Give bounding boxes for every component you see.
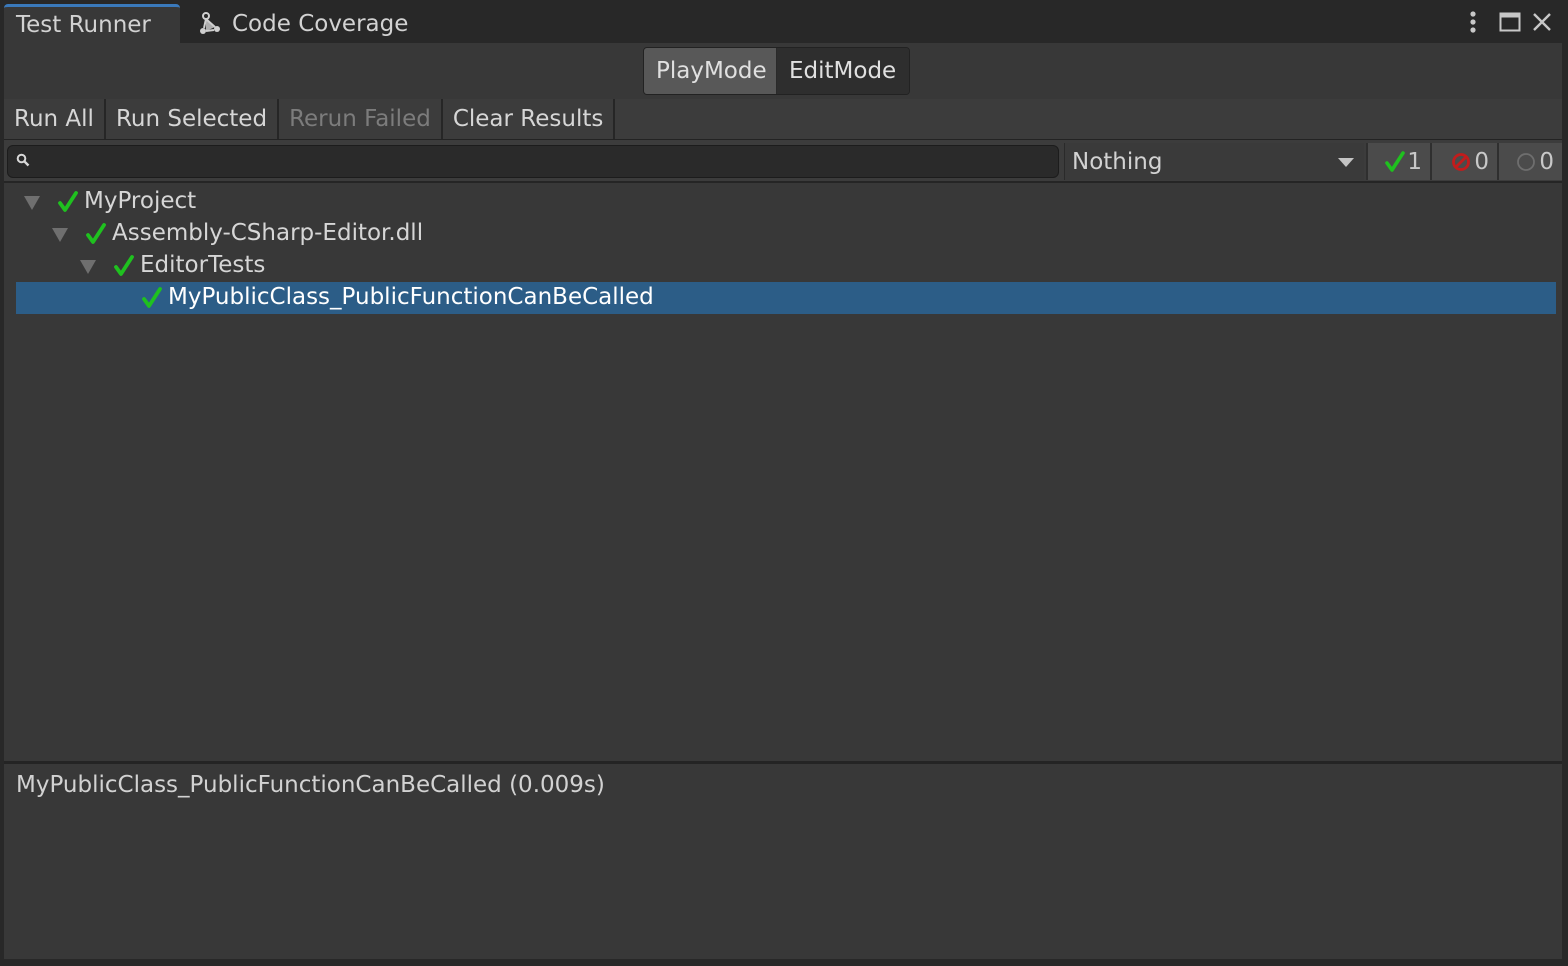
details-pane: MyPublicClass_PublicFunctionCanBeCalled … — [4, 764, 1562, 959]
passed-check-icon — [86, 223, 106, 244]
tree-node[interactable]: Assembly-CSharp-Editor.dll — [16, 218, 1556, 250]
test-tree: MyProject Assembly-CSharp-Editor.dll Edi… — [4, 183, 1562, 761]
editmode-button[interactable]: EditMode — [777, 48, 909, 94]
run-selected-button[interactable]: Run Selected — [106, 99, 280, 139]
expand-arrow-icon[interactable] — [80, 260, 96, 274]
mode-toggle: PlayMode EditMode — [643, 47, 910, 95]
close-icon[interactable] — [1528, 8, 1556, 36]
not-run-count: 0 — [1539, 148, 1554, 175]
filter-row: Nothing 1 0 0 — [4, 140, 1562, 183]
tree-node-label: MyProject — [84, 188, 197, 214]
not-run-filter-toggle[interactable]: 0 — [1497, 143, 1562, 180]
category-dropdown-value: Nothing — [1072, 148, 1163, 175]
tab-code-coverage[interactable]: Code Coverage — [196, 4, 408, 43]
passed-check-icon — [58, 191, 78, 212]
clear-results-button[interactable]: Clear Results — [443, 99, 616, 139]
test-runner-panel: PlayMode EditMode Run All Run Selected R… — [4, 43, 1562, 959]
passed-check-icon — [114, 255, 134, 276]
passed-check-icon — [142, 287, 162, 308]
tab-test-runner[interactable]: Test Runner — [4, 4, 180, 43]
tree-node-label: MyPublicClass_PublicFunctionCanBeCalled — [168, 284, 654, 310]
tree-node-label: EditorTests — [140, 252, 266, 278]
passed-filter-toggle[interactable]: 1 — [1366, 143, 1430, 180]
tree-node-label: Assembly-CSharp-Editor.dll — [112, 220, 424, 246]
search-field[interactable] — [7, 145, 1059, 178]
code-coverage-icon — [198, 11, 224, 37]
tree-node[interactable]: EditorTests — [16, 250, 1556, 282]
run-all-button[interactable]: Run All — [4, 99, 106, 139]
tree-node-selected[interactable]: MyPublicClass_PublicFunctionCanBeCalled — [16, 282, 1556, 314]
expand-arrow-icon[interactable] — [24, 196, 40, 210]
search-input[interactable] — [36, 149, 1058, 174]
toolbar: Run All Run Selected Rerun Failed Clear … — [4, 99, 1562, 140]
chevron-down-icon — [1338, 158, 1354, 167]
failed-icon — [1451, 152, 1471, 172]
expand-arrow-icon[interactable] — [52, 228, 68, 242]
not-run-icon — [1516, 152, 1536, 172]
tab-label: Test Runner — [16, 12, 151, 38]
playmode-button[interactable]: PlayMode — [644, 48, 777, 94]
maximize-icon[interactable] — [1496, 8, 1524, 36]
tab-label: Code Coverage — [232, 10, 409, 37]
more-options-icon[interactable] — [1462, 8, 1484, 36]
test-result-details: MyPublicClass_PublicFunctionCanBeCalled … — [16, 772, 605, 798]
failed-filter-toggle[interactable]: 0 — [1430, 143, 1497, 180]
tree-node[interactable]: MyProject — [16, 186, 1556, 218]
failed-count: 0 — [1474, 148, 1489, 175]
passed-icon — [1385, 150, 1406, 173]
category-dropdown[interactable]: Nothing — [1064, 143, 1364, 180]
passed-count: 1 — [1407, 148, 1422, 175]
search-icon — [16, 152, 30, 171]
window-tab-bar: Test Runner Code Coverage — [0, 0, 1568, 43]
rerun-failed-button[interactable]: Rerun Failed — [279, 99, 443, 139]
